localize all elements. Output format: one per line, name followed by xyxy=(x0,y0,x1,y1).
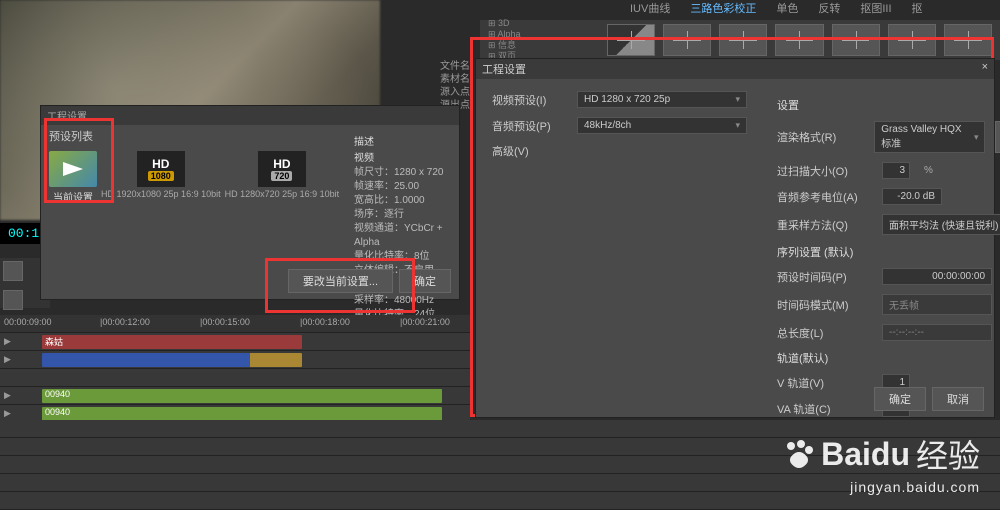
tc-preset-field[interactable]: 00:00:00:00 xyxy=(882,268,992,285)
va-track-label: VA 轨道(C) xyxy=(777,401,872,417)
preset-sub: HD 1280x720 25p 16:9 10bit xyxy=(225,189,340,199)
render-format-label: 渲染格式(R) xyxy=(777,129,864,145)
video-preset-label: 视频预设(I) xyxy=(492,92,567,108)
render-format-combo[interactable]: Grass Valley HQX 标准 xyxy=(874,121,985,153)
timeline-track-video[interactable]: ▶ xyxy=(0,351,470,369)
percent-suffix: % xyxy=(924,165,933,176)
advanced-label[interactable]: 高级(V) xyxy=(492,143,567,159)
timeline-ruler[interactable]: 00:00:09:00 |00:00:12:00 |00:00:15:00 |0… xyxy=(0,315,470,333)
tab-3way-cc[interactable]: 三路色彩校正 xyxy=(690,0,756,18)
title-clip[interactable]: 森姑 xyxy=(42,335,302,349)
cancel-button[interactable]: 取消 xyxy=(932,387,984,411)
audio-preset-label: 音频预设(P) xyxy=(492,118,567,134)
dialog-title: 工程设置 xyxy=(482,61,526,77)
tc-mode-label: 时间码模式(M) xyxy=(777,297,872,313)
watermark-url: jingyan.baidu.com xyxy=(783,479,980,495)
timeline-track-title[interactable]: ▶ 森姑 xyxy=(0,333,470,351)
brand-text: Baidu xyxy=(821,436,910,473)
timeline-track[interactable] xyxy=(0,369,470,387)
tool-icon[interactable] xyxy=(3,261,23,281)
total-length-field: --:--:--:-- xyxy=(882,324,992,341)
brand-suffix: 经验 xyxy=(916,431,980,477)
tool-icon[interactable] xyxy=(3,290,23,310)
paw-icon xyxy=(783,438,815,470)
detail-button[interactable]: 详细(D)... xyxy=(995,121,1000,153)
overscan-label: 过扫描大小(O) xyxy=(777,163,872,179)
v-track-label: V 轨道(V) xyxy=(777,375,872,391)
section-tracks: 轨道(默认) xyxy=(777,350,1000,366)
hd-badge-icon: HD720 xyxy=(258,151,306,187)
video-preset-combo[interactable]: HD 1280 x 720 25p xyxy=(577,91,747,108)
highlight-edit-btn xyxy=(265,258,415,313)
tab-key3[interactable]: 抠图III xyxy=(860,0,891,18)
audio-preset-combo[interactable]: 48kHz/8ch xyxy=(577,117,747,134)
highlight-preset xyxy=(44,118,114,203)
effect-tabs: IUV曲线 三路色彩校正 单色 反转 抠图III 抠 xyxy=(480,0,1000,18)
section-settings: 设置 xyxy=(777,97,1000,113)
audio-clip[interactable]: 00940 xyxy=(42,407,442,421)
ref-level-field[interactable]: -20.0 dB xyxy=(882,188,942,205)
timeline-track-audio[interactable]: ▶ 00940 xyxy=(0,387,470,405)
section-sequence: 序列设置 (默认) xyxy=(777,244,1000,260)
tab-mono[interactable]: 单色 xyxy=(776,0,798,18)
total-length-label: 总长度(L) xyxy=(777,325,872,341)
resample-label: 重采样方法(Q) xyxy=(777,217,872,233)
preset-hd720[interactable]: HD720 HD 1280x720 25p 16:9 10bit xyxy=(225,151,340,204)
ok-button[interactable]: 确定 xyxy=(874,387,926,411)
hd-badge-icon: HD1080 xyxy=(137,151,185,187)
resample-combo[interactable]: 面积平均法 (快速且锐利) xyxy=(882,214,1000,235)
preset-sub: HD 1920x1080 25p 16:9 10bit xyxy=(101,189,221,199)
tc-mode-field: 无丢帧 xyxy=(882,294,992,315)
video-clip[interactable] xyxy=(42,353,302,367)
project-settings-dialog-large: 工程设置 × 视频预设(I) HD 1280 x 720 25p 音频预设(P)… xyxy=(475,58,995,418)
tc-preset-label: 预设时间码(P) xyxy=(777,269,872,285)
overscan-field[interactable]: 3 xyxy=(882,162,910,179)
tab-iuv[interactable]: IUV曲线 xyxy=(630,0,670,18)
close-icon[interactable]: × xyxy=(982,61,988,77)
tab-key[interactable]: 抠 xyxy=(912,0,923,18)
tab-invert[interactable]: 反转 xyxy=(818,0,840,18)
preset-hd1080[interactable]: HD1080 HD 1920x1080 25p 16:9 10bit xyxy=(101,151,221,204)
audio-clip[interactable]: 00940 xyxy=(42,389,442,403)
ref-level-label: 音频参考电位(A) xyxy=(777,189,872,205)
watermark: Baidu 经验 jingyan.baidu.com xyxy=(783,431,980,495)
